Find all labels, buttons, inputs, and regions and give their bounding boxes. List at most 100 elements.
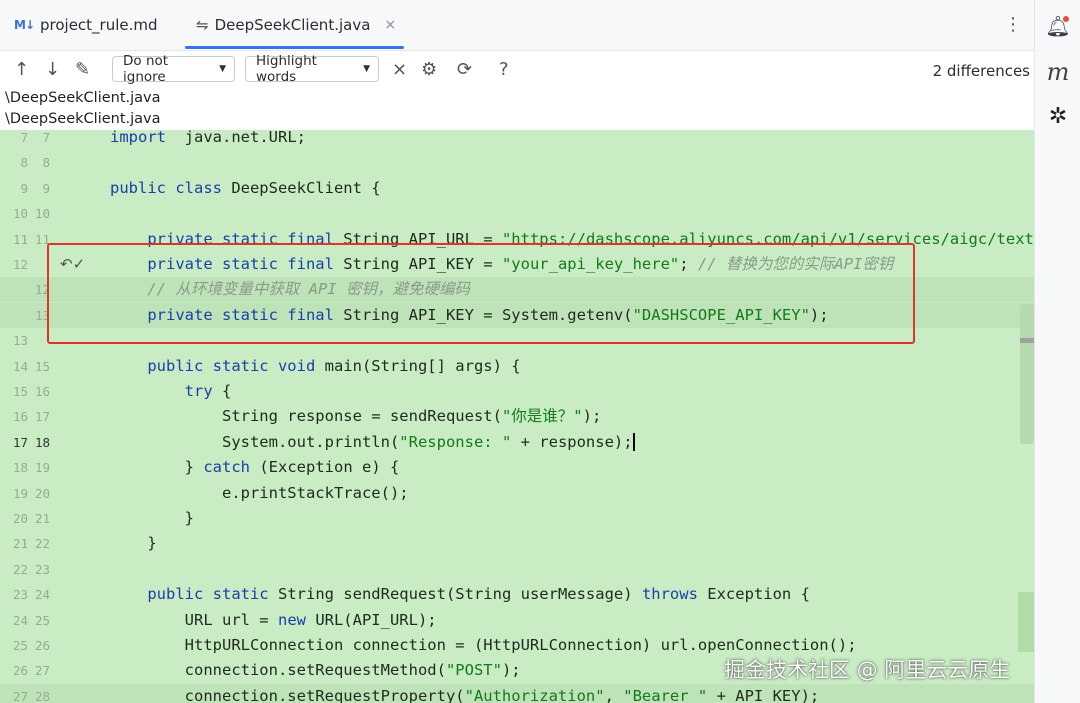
editor-tab-bar: M↓ project_rule.md ⇋ DeepSeekClient.java… — [0, 0, 1034, 51]
code-line: 15 16 try { — [0, 379, 1034, 404]
left-line-number: 23 — [12, 587, 28, 603]
left-line-number: 11 — [12, 231, 28, 247]
right-line-number: 15 — [34, 358, 50, 374]
code-line: 17 18 System.out.println("Response: " + r… — [0, 430, 1034, 455]
right-line-number: 17 — [34, 409, 50, 425]
left-line-number: 25 — [12, 638, 28, 653]
watermark: 掘金技术社区 @ 阿里云云原生 — [724, 658, 1011, 682]
left-line-number: 24 — [12, 612, 28, 628]
edit-pencil-icon[interactable]: ✎ — [75, 59, 90, 80]
right-line-number: 23 — [34, 561, 50, 577]
right-line-number: 24 — [34, 587, 50, 603]
settings-gear-icon[interactable]: ⚙ — [421, 59, 437, 80]
ignore-whitespace-dropdown[interactable]: Do not ignore ▼ — [112, 53, 235, 85]
code-line: 19 20 e.printStackTrace(); — [0, 481, 1034, 506]
markdown-icon: M↓ — [14, 18, 35, 32]
code-text: } — [110, 509, 194, 527]
left-line-number: 26 — [12, 663, 28, 679]
code-text: } — [110, 534, 157, 553]
code-text: public static void main(String[] args) { — [147, 356, 521, 375]
right-line-number: 8 — [42, 155, 50, 171]
more-options-icon[interactable]: ⋮ — [1004, 14, 1022, 35]
left-line-number: 19 — [12, 485, 28, 501]
right-line-number: 18 — [34, 434, 50, 450]
code-text: System.out.println("Response: " + respon… — [110, 432, 635, 452]
code-line: 14 15 public static void main(String[] ar… — [0, 354, 1034, 379]
code-text: connection.setRequestProperty("Authoriza… — [110, 686, 820, 703]
code-text: connection.setRequestMethod("POST"); — [110, 661, 521, 680]
tab-label: DeepSeekClient.java — [214, 16, 371, 34]
help-icon[interactable]: ? — [499, 59, 509, 80]
code-text: URL url = new URL(API_URL); — [110, 610, 437, 629]
left-line-number: 21 — [12, 536, 28, 552]
tab-project-rule[interactable]: M↓ project_rule.md — [14, 0, 158, 50]
code-text: String response = sendRequest("你是谁？"); — [110, 407, 602, 426]
code-line: 16 17 String response = sendRequest("你是谁？… — [0, 404, 1034, 429]
left-line-number: 16 — [12, 409, 28, 425]
code-text: e.printStackTrace(); — [110, 483, 409, 502]
left-line-number: 14 — [12, 358, 28, 374]
notifications-bell-icon[interactable]: 🔔︎ — [1035, 14, 1080, 38]
right-line-number: 20 — [34, 485, 50, 501]
right-line-number: 16 — [34, 384, 50, 399]
right-line-number: 10 — [34, 206, 50, 222]
next-difference-icon[interactable]: ↓ — [45, 59, 60, 80]
code-line: 20 21 } — [0, 506, 1034, 531]
notification-badge — [1063, 16, 1069, 22]
code-text: try { — [184, 382, 232, 400]
diff-toolbar: ↑ ↓ ✎ Do not ignore ▼ Highlight words ▼ … — [0, 51, 1034, 89]
right-line-number: 7 — [42, 130, 50, 145]
right-line-number: 22 — [34, 536, 50, 552]
code-text: import java.net.URL; — [110, 130, 306, 146]
left-line-number: 27 — [12, 688, 28, 703]
left-line-number: 22 — [12, 561, 28, 577]
code-line: 27 28 connection.setRequestProperty("Auth… — [0, 683, 1034, 703]
previous-difference-icon[interactable]: ↑ — [14, 59, 29, 80]
right-line-number: 28 — [34, 688, 50, 703]
ai-assistant-icon[interactable]: ✲ — [1035, 104, 1080, 129]
diff-code-area[interactable]: 27 28 connection.setRequestProperty("Auth… — [0, 130, 1034, 703]
right-line-number: 21 — [34, 511, 50, 526]
code-text: } catch (Exception e) { — [110, 458, 400, 477]
code-line: 10 10 — [0, 201, 1034, 226]
collapse-unchanged-icon[interactable]: ⨯ — [392, 59, 407, 80]
code-text: public static String sendRequest(String … — [147, 585, 810, 604]
scrollbar-marker — [1020, 338, 1034, 343]
dropdown-label: Highlight words — [256, 53, 317, 85]
left-file-path: \DeepSeekClient.java — [5, 90, 161, 106]
scrollbar-thumb[interactable] — [1020, 304, 1034, 444]
tab-deepseek-client-diff[interactable]: ⇋ DeepSeekClient.java × — [196, 0, 396, 50]
left-line-number: 7 — [20, 130, 28, 145]
active-tab-indicator — [185, 46, 404, 49]
scrollbar-thumb-secondary[interactable] — [1018, 592, 1034, 652]
diff-icon: ⇋ — [196, 16, 209, 34]
chevron-down-icon: ▼ — [363, 64, 370, 74]
left-line-number: 12 — [12, 257, 28, 272]
left-line-number: 18 — [12, 460, 28, 476]
left-line-number: 15 — [12, 384, 28, 399]
annotation-highlight-box — [47, 243, 915, 344]
dropdown-label: Do not ignore — [123, 53, 169, 85]
code-line: 88 — [0, 150, 1034, 175]
m-plugin-icon[interactable]: m — [1035, 58, 1080, 86]
close-icon[interactable]: × — [384, 17, 396, 33]
code-line: 23 24 public static String sendRequest(St… — [0, 582, 1034, 607]
left-line-number: 20 — [12, 511, 28, 526]
text-cursor — [632, 433, 635, 452]
tab-label: project_rule.md — [40, 16, 158, 34]
left-line-number: 10 — [12, 206, 28, 222]
code-line: 22 23 — [0, 557, 1034, 582]
right-line-number: 19 — [34, 460, 50, 476]
left-line-number: 9 — [20, 180, 28, 196]
left-line-number: 17 — [12, 434, 28, 450]
right-line-number: 27 — [34, 663, 50, 679]
sync-scroll-icon[interactable]: ⟳ — [457, 59, 472, 80]
differences-count: 2 differences — [932, 62, 1030, 80]
right-file-path: \DeepSeekClient.java — [5, 111, 161, 127]
left-line-number: 8 — [20, 155, 28, 171]
right-line-number: 9 — [42, 180, 50, 196]
code-line: 24 25 URL url = new URL(API_URL); — [0, 608, 1034, 633]
highlight-mode-dropdown[interactable]: Highlight words ▼ — [245, 53, 379, 85]
right-line-number: 26 — [34, 638, 50, 653]
right-tool-strip: 🔔︎ m ✲ — [1034, 0, 1080, 703]
